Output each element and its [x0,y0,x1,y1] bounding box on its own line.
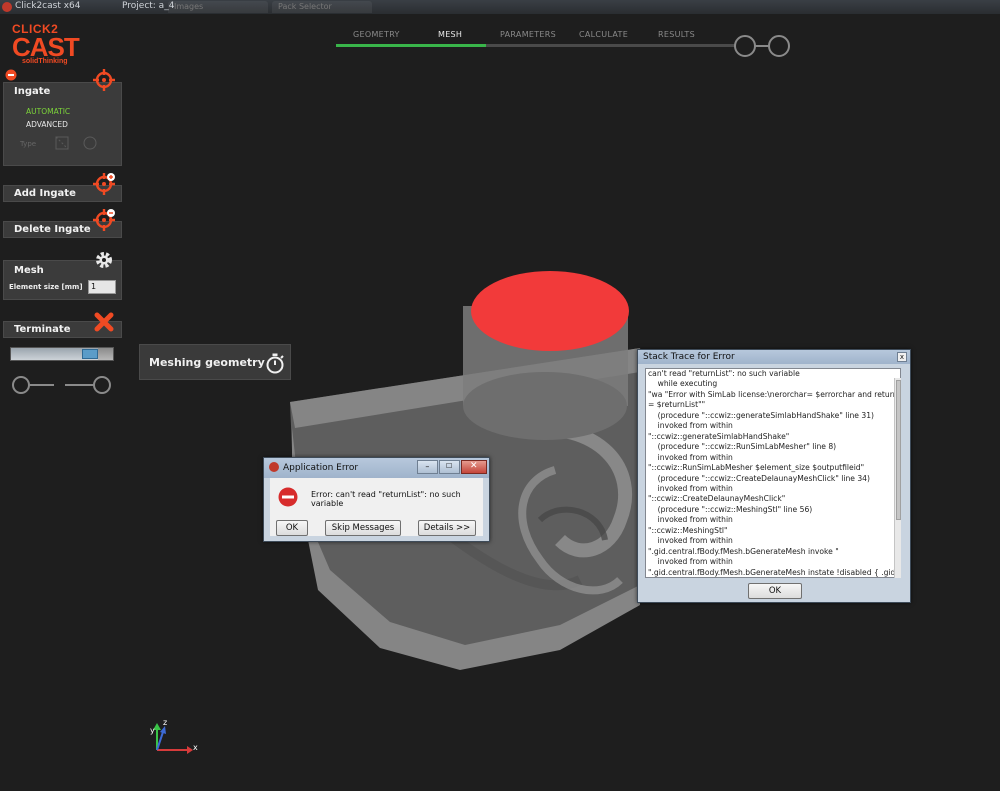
close-window-button[interactable]: x [897,352,907,362]
stack-trace-line: invoked from within [648,515,733,525]
close-icon[interactable] [92,310,116,334]
stack-trace-line: invoked from within [648,452,733,462]
background-tab-pack-selector[interactable]: Pack Selector [272,1,372,13]
step-progress-done [336,44,486,47]
app-title: Click2cast x64 [15,1,81,11]
axis-label-x: x [193,743,198,752]
ingate-title: Ingate [14,86,51,97]
workflow-steps: GEOMETRY MESH PARAMETERS CALCULATE RESUL… [336,28,796,60]
application-error-titlebar[interactable]: Application Error – ☐ ✕ [264,458,489,478]
stack-trace-line: (procedure "::ccwiz::MeshingStl" line 56… [648,504,813,514]
project-name: Project: a_4 [122,1,175,11]
stack-trace-line: invoked from within [648,536,733,546]
add-ingate-target-icon[interactable] [92,172,116,196]
error-stop-icon [278,487,298,507]
meshing-status-text: Meshing geometry [149,356,265,369]
stack-trace-text[interactable]: can't read "returnList": no such variabl… [645,368,901,578]
stack-trace-line: (procedure "::ccwiz::CreateDelaunayMeshC… [648,473,870,483]
step-nav-circles[interactable] [731,33,793,59]
stack-trace-scrollbar[interactable] [894,378,901,578]
application-error-body: Error: can't read "returnList": no such … [270,478,483,536]
delete-ingate-target-icon[interactable] [92,208,116,232]
step-progress-remaining [486,44,736,47]
stack-trace-ok-button[interactable]: OK [748,583,802,599]
progress-indicator [81,349,98,359]
collapse-panel-icon[interactable] [5,69,17,81]
stack-trace-line: = $returnList"" [648,400,706,410]
axis-label-y: y [150,726,155,735]
maximize-button[interactable]: ☐ [438,460,460,474]
application-error-title: Application Error [283,463,359,473]
ingate-type-label: Type [20,140,37,148]
stack-trace-line: "::ccwiz::RunSimLabMesher $element_size … [648,463,865,473]
stack-trace-line: "::ccwiz::generateSimlabHandShake" [648,431,790,441]
stack-trace-line: (procedure "::ccwiz::RunSimLabMesher" li… [648,442,837,452]
app-icon [269,462,279,472]
ingate-option-advanced[interactable]: ADVANCED [26,120,68,129]
mesh-title: Mesh [14,265,44,276]
add-ingate-title: Add Ingate [14,188,76,199]
scrollbar-thumb[interactable] [896,380,901,520]
stack-trace-titlebar[interactable]: Stack Trace for Error x [638,350,910,364]
window-title-bar: Click2cast x64 Project: a_4 Images Pack … [0,0,1000,14]
application-error-message: Error: can't read "returnList": no such … [311,490,461,508]
stack-trace-line: invoked from within [648,421,733,431]
gear-icon[interactable] [92,248,116,272]
delete-ingate-title: Delete Ingate [14,224,91,235]
stack-trace-dialog: Stack Trace for Error x can't read "retu… [637,349,911,603]
step-results[interactable]: RESULTS [658,30,695,39]
application-error-dialog: Application Error – ☐ ✕ Error: can't rea… [263,457,490,542]
ingate-panel: Ingate AUTOMATIC ADVANCED Type [3,82,122,166]
panel-nav-circles[interactable] [10,374,114,396]
stack-trace-line: "::ccwiz::MeshingStl" [648,525,728,535]
stack-trace-line: ".gid.central.fBody.fMesh.bGenerateMesh … [648,567,901,577]
ingate-type-circle-icon[interactable] [83,136,97,150]
stack-trace-line: while executing [648,379,718,389]
axis-triad [153,723,193,754]
details-button[interactable]: Details >> [418,520,476,536]
stack-trace-line: ".gid.central.fBody.fMesh.bGenerateMesh … [648,546,839,556]
app-icon [2,2,12,12]
stack-trace-line: can't read "returnList": no such variabl… [648,369,800,378]
step-parameters[interactable]: PARAMETERS [500,30,556,39]
ingate-option-automatic[interactable]: AUTOMATIC [26,107,70,116]
stack-trace-line: "::ccwiz::CreateDelaunayMeshClick" [648,494,786,504]
stopwatch-icon [266,353,284,374]
stack-trace-line: "wa "Error with SimLab license:\nerorcha… [648,389,901,399]
ingate-target-icon[interactable] [92,68,116,92]
axis-label-z: z [163,718,168,727]
meshing-progress-bar [10,347,114,361]
ok-button[interactable]: OK [276,520,308,536]
background-tab-images[interactable]: Images [168,1,268,13]
click2cast-logo: CLICK2 CAST solidThinking [12,22,80,65]
element-size-label: Element size [mm] [9,283,83,291]
step-mesh[interactable]: MESH [438,30,462,39]
element-size-input[interactable]: 1 [88,280,116,294]
stack-trace-line: invoked from within [648,557,733,567]
stack-trace-line: invoked from within [648,483,733,493]
stack-trace-line: (procedure "::ccwiz::generateSimlabHandS… [648,410,874,420]
step-geometry[interactable]: GEOMETRY [353,30,400,39]
close-window-button[interactable]: ✕ [460,460,487,474]
minimize-button[interactable]: – [417,460,438,474]
ingate-type-square-icon[interactable] [55,136,69,150]
step-calculate[interactable]: CALCULATE [579,30,628,39]
meshing-status-tooltip: Meshing geometry [139,344,291,380]
terminate-title: Terminate [14,324,71,335]
skip-messages-button[interactable]: Skip Messages [325,520,401,536]
stack-trace-title: Stack Trace for Error [643,352,735,362]
